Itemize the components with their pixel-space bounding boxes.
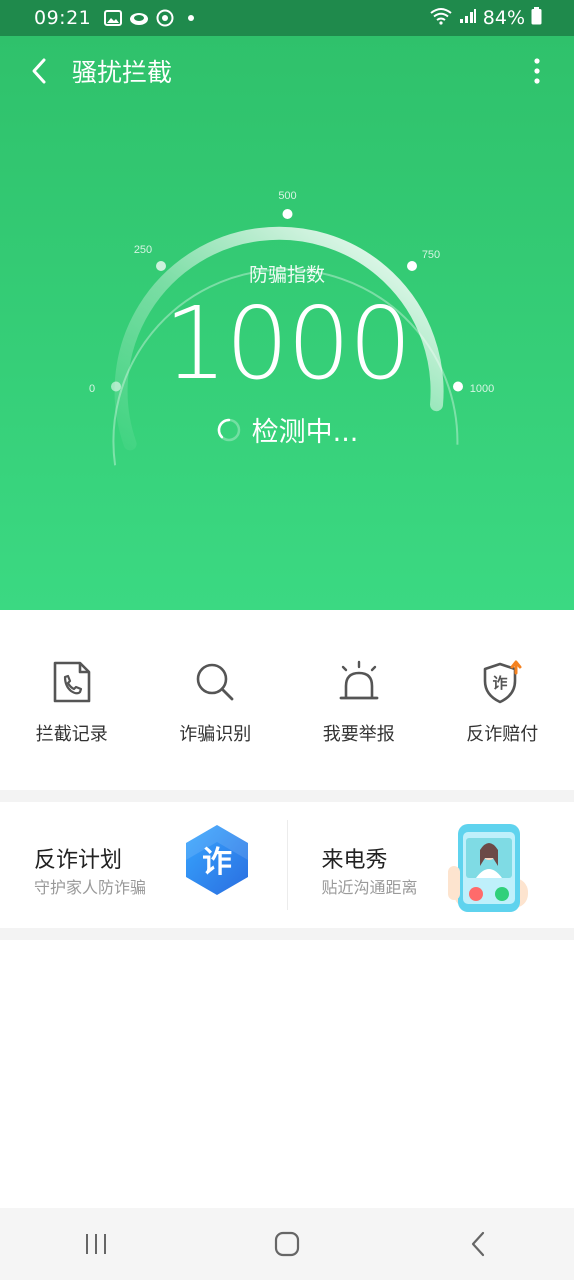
signal-icon: [459, 7, 477, 29]
battery-icon: [531, 6, 542, 30]
call-log-icon: [48, 658, 96, 706]
action-label: 我要举报: [322, 724, 395, 745]
anti-fraud-hexagon-icon: 诈: [186, 825, 248, 895]
gauge-tick-label: 500: [278, 190, 296, 202]
action-intercept-log[interactable]: 拦截记录: [0, 610, 144, 790]
hero-panel: 骚扰拦截 0 250 500 750 1000 防骗指数 1000 检测中...: [0, 36, 574, 610]
loading-spinner-icon: [217, 418, 240, 441]
action-compensation[interactable]: 诈 反诈赔付: [431, 610, 574, 790]
action-label: 拦截记录: [35, 724, 108, 745]
action-report[interactable]: 我要举报: [287, 610, 431, 790]
recent-apps-button[interactable]: [56, 1214, 136, 1274]
promo-title: 来电秀: [321, 848, 388, 873]
image-icon: [103, 8, 123, 28]
page-title: 骚扰拦截: [72, 58, 173, 87]
svg-text:诈: 诈: [493, 674, 508, 692]
back-icon: [472, 1231, 485, 1257]
more-button[interactable]: [520, 52, 554, 90]
section-divider: [0, 928, 574, 940]
promo-anti-fraud-plan[interactable]: 反诈计划 守护家人防诈骗 诈: [0, 802, 287, 928]
search-icon: [191, 658, 239, 706]
home-button[interactable]: [247, 1214, 327, 1274]
home-icon: [274, 1231, 300, 1257]
target-icon: [155, 8, 175, 28]
battery-percent: 84%: [482, 7, 525, 29]
shield-icon: 诈: [478, 658, 526, 706]
app-bar: 骚扰拦截: [0, 36, 574, 106]
action-label: 反诈赔付: [466, 724, 539, 745]
more-vertical-icon: [534, 58, 540, 84]
status-bar: 09:21 84%: [0, 0, 574, 36]
action-fraud-detect[interactable]: 诈骗识别: [144, 610, 288, 790]
gauge-score: 1000: [163, 285, 413, 402]
promo-subtitle: 守护家人防诈骗: [34, 878, 147, 897]
back-button[interactable]: [22, 52, 56, 90]
gauge-label: 防骗指数: [248, 264, 325, 286]
scan-status: 检测中...: [0, 410, 574, 449]
scan-status-text: 检测中...: [251, 417, 359, 448]
dot-icon: [181, 8, 201, 28]
section-divider: [0, 790, 574, 802]
wifi-icon: [429, 7, 453, 30]
gauge-tick-dot: [282, 209, 293, 219]
phone-video-icon: [447, 824, 528, 912]
system-nav-bar: [0, 1208, 574, 1280]
status-time: 09:21: [34, 7, 92, 29]
recent-apps-icon: [85, 1234, 106, 1254]
promo-title: 反诈计划: [34, 848, 123, 873]
gauge-tick-label: 250: [134, 244, 152, 256]
cloud-icon: [129, 8, 149, 28]
promo-call-show[interactable]: 来电秀 贴近沟通距离: [288, 802, 574, 928]
system-back-button[interactable]: [438, 1214, 518, 1274]
promo-subtitle: 贴近沟通距离: [321, 878, 418, 897]
quick-actions: 拦截记录 诈骗识别 我要举报 诈 反诈赔付: [0, 610, 574, 790]
action-label: 诈骗识别: [179, 724, 252, 745]
svg-text:诈: 诈: [202, 845, 232, 880]
promo-cards: 反诈计划 守护家人防诈骗 诈 来电秀 贴近沟通距离: [0, 802, 574, 928]
chevron-left-icon: [32, 58, 46, 84]
alarm-icon: [335, 658, 383, 706]
